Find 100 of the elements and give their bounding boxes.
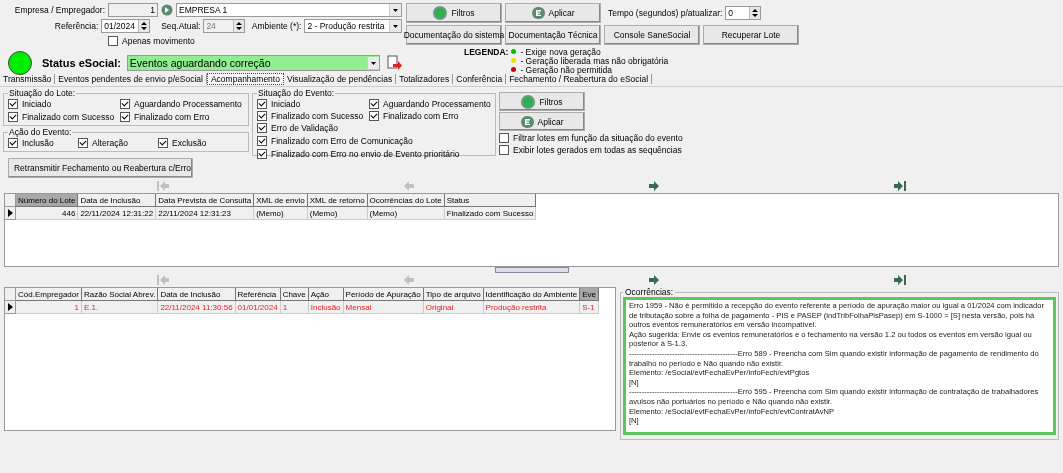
filter-circle-icon (521, 94, 536, 109)
checkbox[interactable]: Aguardando Processamento (369, 98, 491, 110)
checkbox[interactable]: Filtrar lotes em função da situação do evento (499, 132, 683, 144)
checkbox[interactable]: Finalizado com Erro de Comunicação (257, 135, 413, 147)
tab[interactable]: Visualização de pendências (283, 74, 397, 84)
right-arrow-icon[interactable] (894, 181, 907, 191)
column-header[interactable]: Eve (580, 288, 599, 301)
checkbox[interactable]: Finalizado com Sucesso (257, 110, 369, 122)
column-header[interactable]: Período de Apuração (343, 288, 424, 301)
toolbar-button[interactable]: Recuperar Lote (703, 25, 799, 45)
retransmit-button[interactable]: Retransmitir Fechamento ou Reabertura c/Erro (8, 158, 193, 178)
column-header[interactable]: Identificação do Ambiente (483, 288, 581, 301)
table-cell: 22/11/2024 12:31:23 (156, 207, 255, 220)
table-cell: 01/01/2024 (235, 301, 281, 314)
table-cell: Original (423, 301, 484, 314)
code-field[interactable]: 1 (108, 3, 158, 17)
column-header[interactable]: XML de retorno (307, 194, 368, 207)
tab[interactable]: Acompanhamento (206, 73, 284, 85)
column-header[interactable]: Ação (308, 288, 344, 301)
lookup-icon[interactable] (161, 4, 173, 16)
column-header[interactable]: Data de Inclusão (158, 288, 236, 301)
column-header[interactable]: XML de envio (254, 194, 308, 207)
table-cell: 1 (280, 301, 309, 314)
checkbox[interactable]: Finalizado com Erro no envio de Evento prioritário (257, 148, 460, 160)
table-cell: E.1. (81, 301, 159, 314)
table-cell: 22/11/2024 12:31:22 (78, 207, 157, 220)
company-dropdown[interactable]: EMPRESA 1 (176, 3, 402, 17)
column-header[interactable]: Razão Social Abrev. (81, 288, 159, 301)
filter-circle-icon (433, 6, 448, 20)
checkbox[interactable]: Apenas movimento (108, 35, 195, 47)
column-header[interactable]: Cód.Empregador (16, 288, 82, 301)
filter-button[interactable]: Filtros (406, 3, 502, 23)
tab[interactable]: Conferência (453, 74, 507, 84)
column-header[interactable]: Data Prevista de Consulta (156, 194, 255, 207)
group-title: Ocorrências: (624, 287, 675, 297)
table-cell: (Memo) (367, 207, 445, 220)
filter-button[interactable]: Filtros (499, 92, 585, 112)
legend-text: - Geração não permitida (520, 64, 613, 75)
status-indicator-icon (8, 51, 32, 75)
table-cell: 22/11/2024 11:30:56 (158, 301, 236, 314)
group-title: Situação do Evento: (257, 88, 336, 98)
table-cell: 1 (16, 301, 82, 314)
apply-button[interactable]: Aplicar (499, 112, 585, 132)
field-label: Seq.Atual: (161, 21, 201, 31)
column-header[interactable]: Status (444, 194, 537, 207)
column-header[interactable]: Número do Lote (16, 194, 79, 207)
checkbox[interactable]: Finalizado com Sucesso (8, 111, 120, 123)
tab[interactable]: Totalizadores (396, 74, 454, 84)
splitter-handle[interactable] (494, 267, 569, 273)
environment-dropdown[interactable]: 2 - Produção restrita (304, 19, 402, 33)
status-label: Status eSocial: (42, 57, 121, 69)
table-cell: Inclusão (308, 301, 344, 314)
spinner-arrows-icon[interactable] (138, 20, 150, 32)
table-cell: Finalizado com Sucesso (444, 207, 537, 220)
checkbox[interactable]: Iniciado (257, 98, 369, 110)
column-header[interactable]: Tipo de arquivo (423, 288, 484, 301)
checkbox[interactable]: Iniciado (8, 98, 120, 110)
status-dropdown[interactable]: Eventos aguardando correção (126, 55, 380, 71)
tab[interactable]: Eventos pendentes de envio p/eSocial (55, 74, 207, 84)
toolbar-button[interactable]: Documentação Técnica (505, 25, 601, 45)
refresh-time-field[interactable]: 0 (725, 6, 762, 20)
checkbox[interactable]: Alteração (78, 137, 158, 149)
right-arrow-icon[interactable] (894, 275, 907, 285)
column-header[interactable]: Data de Inclusão (78, 194, 157, 207)
field-label: Referência: (53, 21, 99, 31)
column-header[interactable]: Referência (235, 288, 281, 301)
table-cell: 446 (16, 207, 79, 220)
checkbox[interactable]: Exclusão (158, 137, 244, 149)
apply-button[interactable]: Aplicar (505, 3, 601, 23)
toolbar-button[interactable]: Documentação do sistema (406, 25, 502, 45)
checkbox[interactable]: Erro de Validação (257, 122, 338, 134)
legend-title: LEGENDA: (464, 47, 509, 59)
checkbox[interactable]: Aguardando Processamento (120, 98, 244, 110)
group-title: Ação do Evento: (8, 127, 73, 137)
table-cell: Produção restrita (483, 301, 581, 314)
checkbox[interactable]: Inclusão (8, 137, 78, 149)
checkbox[interactable]: Finalizado com Erro (369, 110, 491, 122)
export-icon[interactable] (386, 55, 402, 71)
checkbox[interactable]: Exibir lotes gerados em todas as sequências (499, 144, 683, 156)
reference-field[interactable]: 01/2024 (101, 19, 151, 33)
right-arrow-icon[interactable] (648, 275, 661, 285)
field-label: Ambiente (*): (251, 21, 302, 31)
toolbar-button[interactable]: Console SaneSocial (604, 25, 700, 45)
column-header[interactable]: Chave (280, 288, 309, 301)
spinner-arrows-icon[interactable] (749, 7, 761, 19)
tab[interactable]: Fechamento / Reabertura do eSocial (506, 74, 653, 84)
tab[interactable]: Transmissão (0, 74, 56, 84)
apply-icon (531, 7, 545, 19)
table-cell: S-1 (580, 301, 599, 314)
row-indicator[interactable] (5, 301, 16, 314)
table-cell: Mensal (343, 301, 424, 314)
apply-icon (520, 115, 534, 128)
checkbox[interactable]: Finalizado com Erro (120, 111, 244, 123)
table-cell: (Memo) (254, 207, 308, 220)
right-arrow-icon[interactable] (648, 181, 661, 191)
field-label: Tempo (segundos) p/atualizar: (608, 8, 723, 18)
column-header[interactable]: Ocorrências do Lote (367, 194, 445, 207)
field-label: Empresa / Empregador: (13, 5, 105, 15)
table-cell: (Memo) (307, 207, 368, 220)
row-indicator[interactable] (5, 207, 16, 220)
